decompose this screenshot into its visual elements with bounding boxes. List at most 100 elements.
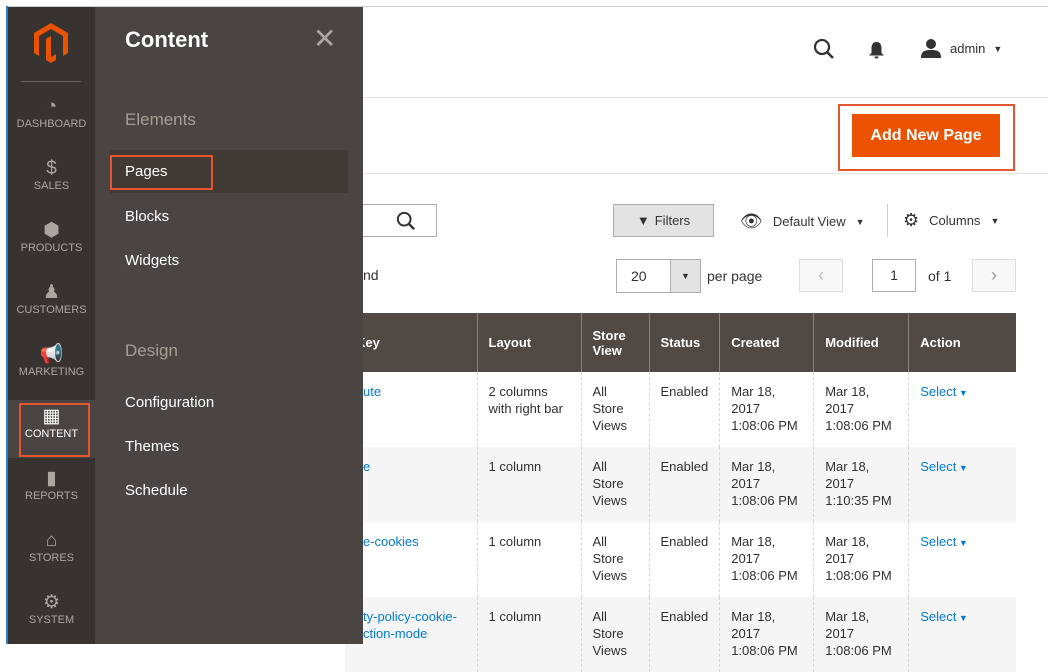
- per-page-value: 20: [631, 268, 647, 284]
- table-cell: Enabled: [648, 447, 720, 522]
- table-cell: All Store Views: [580, 372, 649, 447]
- table-cell: e: [345, 447, 477, 522]
- menu-item-label: Widgets: [125, 252, 180, 269]
- per-page-select[interactable]: 20 ▼: [616, 259, 701, 293]
- divider: [363, 97, 1048, 98]
- table-cell: All Store Views: [580, 522, 649, 597]
- next-page-button[interactable]: ›: [972, 259, 1016, 292]
- cell-value[interactable]: e: [363, 459, 370, 474]
- table-cell: Select ▼: [908, 597, 1016, 672]
- table-cell: 1 column: [476, 597, 581, 672]
- previous-page-button[interactable]: ‹: [799, 259, 843, 292]
- table-cell: 1 column: [476, 447, 581, 522]
- column-header[interactable]: Modified: [813, 313, 909, 372]
- sidebar-item-label: SYSTEM: [28, 614, 75, 626]
- menu-item-themes[interactable]: Themes: [110, 425, 348, 468]
- sidebar-item-label: CUSTOMERS: [16, 304, 87, 316]
- sidebar-item-stores[interactable]: ⌂ STORES: [8, 524, 95, 582]
- chevron-down-icon: ▼: [855, 216, 865, 227]
- sidebar-item-dashboard[interactable]: ◔ DASHBOARD: [8, 90, 95, 148]
- cell-value[interactable]: e-cookies: [363, 534, 419, 549]
- column-header[interactable]: Store View: [580, 313, 649, 372]
- table-cell: ty-policy-cookie-ction-mode: [345, 597, 477, 672]
- column-header[interactable]: Created: [719, 313, 814, 372]
- cell-value: Mar 18, 2017 1:08:06 PM: [731, 534, 798, 583]
- user-menu[interactable]: admin ▼: [920, 39, 1002, 58]
- flyout-title: Content: [125, 27, 209, 52]
- menu-item-blocks[interactable]: Blocks: [110, 195, 348, 238]
- cell-value: Mar 18, 2017 1:08:06 PM: [731, 609, 798, 658]
- cell-value[interactable]: ute: [363, 384, 381, 399]
- box-icon: ⬢: [43, 220, 60, 241]
- table-cell: Mar 18, 2017 1:08:06 PM: [813, 522, 909, 597]
- sidebar-item-system[interactable]: ⚙ SYSTEM: [8, 586, 95, 644]
- table-row: ute 2 columns with right bar All Store Vie…: [345, 372, 1016, 447]
- table-cell: Mar 18, 2017 1:08:06 PM: [813, 372, 909, 447]
- sidebar-item-sales[interactable]: $ SALES: [8, 152, 95, 210]
- admin-sidebar: ◔ DASHBOARD $ SALES ⬢ PRODUCTS ♟ CUSTOMERS 📢 MARK…: [8, 7, 95, 644]
- cell-value: 1 column: [488, 534, 542, 549]
- table-cell: All Store Views: [580, 447, 649, 522]
- dollar-icon: $: [46, 158, 57, 179]
- columns-label: Columns: [929, 213, 981, 228]
- search-icon[interactable]: [813, 38, 835, 60]
- content-flyout-menu: Content ✕ Elements Pages Blocks Widgets …: [95, 7, 363, 644]
- menu-item-configuration[interactable]: Configuration: [110, 381, 348, 424]
- records-found: nd: [363, 267, 379, 283]
- chevron-down-icon: ▼: [993, 43, 1003, 54]
- select-action-dropdown[interactable]: Select: [920, 459, 956, 474]
- chevron-down-icon[interactable]: ▼: [956, 613, 968, 623]
- dashboard-icon: ◔: [45, 96, 58, 117]
- cell-value: Enabled: [660, 384, 709, 399]
- select-action-dropdown[interactable]: Select: [920, 609, 956, 624]
- cell-value: All Store Views: [592, 609, 627, 658]
- magento-logo[interactable]: [34, 23, 68, 63]
- sidebar-item-customers[interactable]: ♟ CUSTOMERS: [8, 276, 95, 334]
- table-cell: Mar 18, 2017 1:08:06 PM: [719, 597, 814, 672]
- column-header[interactable]: Status: [648, 313, 720, 372]
- chevron-down-icon[interactable]: ▼: [956, 463, 968, 473]
- chevron-down-icon[interactable]: ▼: [956, 538, 968, 548]
- person-icon: ♟: [42, 282, 61, 303]
- highlight-box: [110, 155, 213, 190]
- cell-value: Enabled: [660, 459, 709, 474]
- sidebar-item-label: SALES: [33, 180, 70, 192]
- bar-chart-icon: ▮: [46, 468, 57, 489]
- menu-item-label: Configuration: [125, 394, 215, 411]
- table-cell: Select ▼: [908, 522, 1016, 597]
- column-header[interactable]: Layout: [476, 313, 581, 372]
- sidebar-item-products[interactable]: ⬢ PRODUCTS: [8, 214, 95, 272]
- menu-item-pages[interactable]: Pages: [110, 150, 348, 193]
- table-cell: ute: [345, 372, 477, 447]
- menu-item-schedule[interactable]: Schedule: [110, 469, 348, 512]
- highlight-box: [838, 104, 1015, 171]
- cell-value[interactable]: ty-policy-cookie-ction-mode: [363, 609, 457, 641]
- cell-value: All Store Views: [592, 534, 627, 583]
- sidebar-item-content[interactable]: ▦ CONTENT: [8, 400, 95, 458]
- columns-dropdown[interactable]: ⚙ Columns ▼: [903, 210, 999, 231]
- chevron-down-icon[interactable]: ▼: [956, 388, 968, 398]
- cell-value: Mar 18, 2017 1:08:06 PM: [825, 534, 892, 583]
- column-header[interactable]: Action: [908, 313, 1016, 372]
- table-cell: Mar 18, 2017 1:08:06 PM: [813, 597, 909, 672]
- default-view-dropdown[interactable]: 👁 Default View ▼: [740, 211, 865, 232]
- chevron-down-icon[interactable]: ▼: [670, 260, 700, 292]
- divider: [363, 173, 1048, 174]
- search-icon[interactable]: [396, 211, 416, 231]
- select-action-dropdown[interactable]: Select: [920, 534, 956, 549]
- sidebar-item-marketing[interactable]: 📢 MARKETING: [8, 338, 95, 396]
- sidebar-item-reports[interactable]: ▮ REPORTS: [8, 462, 95, 520]
- page-number-input[interactable]: 1: [872, 259, 916, 292]
- sidebar-item-label: PRODUCTS: [20, 242, 83, 254]
- bell-icon[interactable]: [868, 41, 885, 59]
- cell-value: Enabled: [660, 609, 709, 624]
- select-action-dropdown[interactable]: Select: [920, 384, 956, 399]
- menu-item-widgets[interactable]: Widgets: [110, 239, 348, 282]
- table-row: ty-policy-cookie-ction-mode 1 column All S…: [345, 597, 1016, 672]
- close-icon[interactable]: ✕: [313, 25, 336, 53]
- column-header[interactable]: Key: [345, 313, 477, 372]
- filters-button[interactable]: ▼ Filters: [613, 204, 714, 237]
- menu-item-label: Themes: [125, 438, 180, 455]
- table-cell: Enabled: [648, 597, 720, 672]
- table-cell: Enabled: [648, 372, 720, 447]
